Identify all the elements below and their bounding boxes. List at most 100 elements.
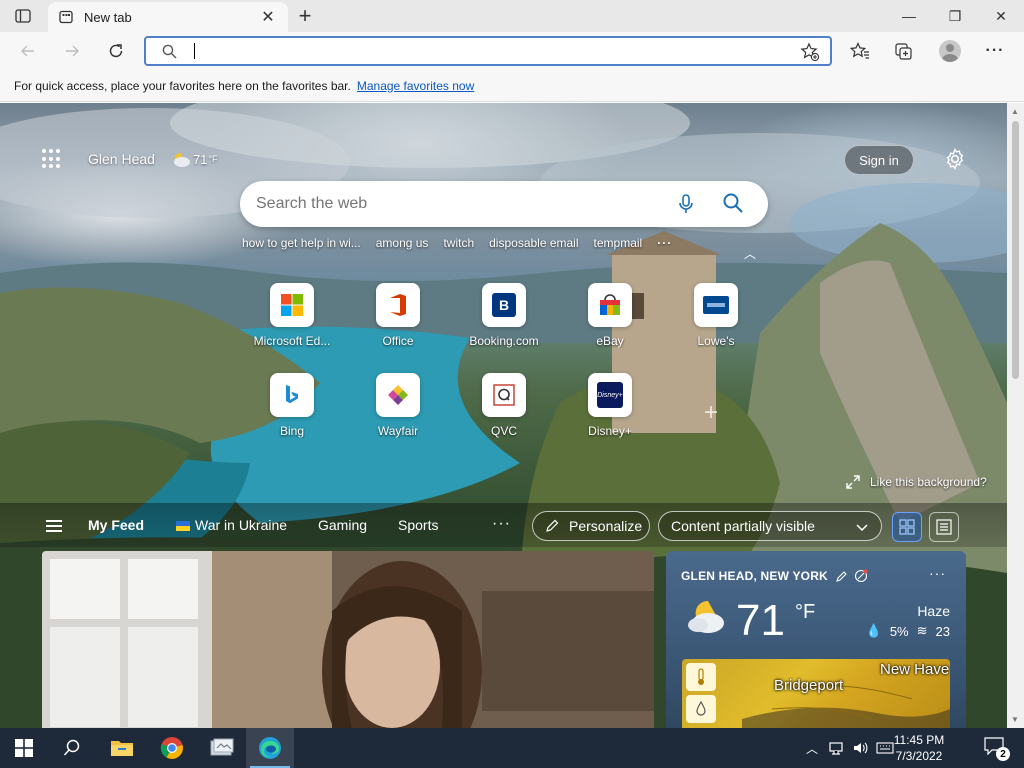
chrome-button[interactable] — [148, 728, 196, 768]
feed-more-icon[interactable]: ··· — [492, 515, 511, 533]
add-favorite-icon[interactable] — [800, 42, 820, 65]
text-caret — [194, 43, 195, 59]
list-layout-button[interactable] — [929, 512, 959, 542]
quick-link-booking[interactable]: B Booking.com — [451, 283, 557, 348]
weather-stats: 💧 5% ≋ 23 — [866, 623, 950, 639]
trending-item[interactable]: among us — [376, 236, 429, 250]
sign-in-button[interactable]: Sign in — [844, 145, 914, 175]
refresh-icon — [109, 44, 123, 58]
search-icon — [162, 44, 177, 62]
feed-tab-sports[interactable]: Sports — [398, 517, 438, 533]
list-icon — [936, 519, 952, 535]
quick-link-label: QVC — [490, 424, 517, 438]
collections-icon — [895, 43, 912, 60]
clock-date: 7/3/2022 — [895, 749, 943, 763]
quick-link-lowes[interactable]: Lowe's — [663, 283, 769, 348]
collections-button[interactable] — [890, 37, 918, 65]
close-tab-icon[interactable]: ✕ — [258, 7, 278, 27]
favorites-button[interactable] — [846, 37, 874, 65]
avatar — [939, 40, 961, 62]
weather-card-temp-unit: °F — [794, 601, 816, 623]
forward-button[interactable] — [58, 37, 86, 65]
weather-mini[interactable]: 71 °F — [169, 150, 218, 168]
microphone-icon[interactable] — [678, 193, 694, 218]
app-launcher-icon[interactable] — [42, 149, 62, 169]
precipitation-layer-button[interactable] — [686, 695, 716, 723]
quick-link-disney-plus[interactable]: Disney+ Disney+ — [557, 373, 663, 438]
action-center-button[interactable]: 2 — [984, 737, 1010, 761]
refresh-button[interactable] — [102, 37, 130, 65]
network-icon[interactable] — [828, 740, 844, 756]
collapse-quick-links-icon[interactable]: ︿ — [744, 245, 756, 262]
precipitation-value: 5% — [889, 623, 909, 639]
quick-link-microsoft-edge[interactable]: Microsoft Ed... — [239, 283, 345, 348]
trending-item[interactable]: twitch — [443, 236, 474, 250]
manage-favorites-link[interactable]: Manage favorites now — [357, 79, 474, 93]
web-search-input[interactable] — [256, 194, 656, 214]
edit-location-icon[interactable] — [836, 570, 848, 582]
show-hidden-icons-icon[interactable]: ︿ — [806, 740, 818, 757]
trending-item[interactable]: how to get help in wi... — [242, 236, 361, 250]
taskbar-clock[interactable]: 11:45 PM 7/3/2022 — [884, 732, 954, 764]
grid-layout-button[interactable] — [892, 512, 922, 542]
settings-more-button[interactable]: ··· — [981, 37, 1009, 65]
wind-value: 23 — [935, 623, 950, 639]
page-scrollbar[interactable]: ▲ ▼ — [1007, 103, 1024, 728]
weather-radar-map[interactable]: Bridgeport New Have — [682, 659, 950, 728]
taskbar-search-button[interactable] — [48, 728, 96, 768]
back-arrow-icon — [21, 45, 34, 57]
scrollbar-thumb[interactable] — [1012, 121, 1019, 379]
tab-new-tab[interactable]: New tab ✕ — [48, 2, 288, 32]
lowes-icon — [694, 283, 738, 327]
search-submit-icon[interactable] — [722, 192, 744, 217]
app-button[interactable] — [198, 728, 246, 768]
weather-location[interactable]: Glen Head — [88, 151, 155, 167]
trending-item[interactable]: tempmail — [594, 236, 643, 250]
new-tab-button[interactable]: + — [292, 3, 318, 28]
tab-actions-button[interactable] — [10, 6, 36, 26]
start-button[interactable] — [0, 728, 48, 768]
feed-tab-gaming[interactable]: Gaming — [318, 517, 367, 533]
maximize-button[interactable]: ❐ — [932, 0, 978, 32]
quick-link-qvc[interactable]: QVC — [451, 373, 557, 438]
content-visibility-value: Content partially visible — [671, 518, 815, 534]
edge-button[interactable] — [246, 728, 294, 768]
scroll-up-icon[interactable]: ▲ — [1011, 107, 1019, 116]
content-visibility-select[interactable]: Content partially visible — [658, 511, 882, 541]
page-settings-button[interactable] — [942, 146, 968, 172]
personalize-button[interactable]: Personalize — [532, 511, 650, 541]
more-icon: ··· — [985, 42, 1005, 59]
quick-link-bing[interactable]: Bing — [239, 373, 345, 438]
weather-card-more-icon[interactable]: ··· — [929, 565, 946, 581]
feed-menu-icon[interactable] — [46, 520, 62, 532]
minimize-button[interactable]: — — [886, 0, 932, 32]
quick-link-office[interactable]: Office — [345, 283, 451, 348]
feed-tab-war-in-ukraine[interactable]: War in Ukraine — [176, 517, 287, 533]
temperature-layer-button[interactable] — [686, 663, 716, 691]
back-button[interactable] — [14, 37, 42, 65]
weather-alert-icon[interactable] — [854, 569, 868, 583]
trending-item[interactable]: disposable email — [489, 236, 578, 250]
close-window-button[interactable]: ✕ — [978, 0, 1024, 32]
profile-button[interactable] — [936, 37, 964, 65]
scroll-down-icon[interactable]: ▼ — [1011, 715, 1019, 724]
weather-mini-temp: 71 — [192, 151, 208, 167]
add-site-button[interactable]: + — [704, 399, 718, 427]
like-background-button[interactable]: Like this background? — [846, 475, 987, 489]
file-explorer-button[interactable] — [98, 728, 146, 768]
volume-icon[interactable] — [852, 740, 868, 756]
tab-strip: New tab ✕ + — ❐ ✕ — [0, 0, 1024, 32]
news-photo — [42, 551, 654, 728]
web-search-box[interactable] — [240, 181, 768, 227]
quick-link-label: Booking.com — [469, 334, 539, 348]
address-bar[interactable] — [144, 36, 832, 66]
bing-icon — [270, 373, 314, 417]
news-hero-card[interactable] — [42, 551, 654, 728]
address-input[interactable] — [190, 42, 770, 60]
app-window-icon — [210, 738, 234, 756]
feed-tab-my-feed[interactable]: My Feed — [88, 517, 144, 533]
quick-link-ebay[interactable]: eBay — [557, 283, 663, 348]
trending-more-icon[interactable]: ··· — [657, 236, 672, 250]
quick-link-wayfair[interactable]: Wayfair — [345, 373, 451, 438]
weather-card[interactable]: GLEN HEAD, NEW YORK ··· 71 °F Haze 💧 5% … — [666, 551, 966, 728]
